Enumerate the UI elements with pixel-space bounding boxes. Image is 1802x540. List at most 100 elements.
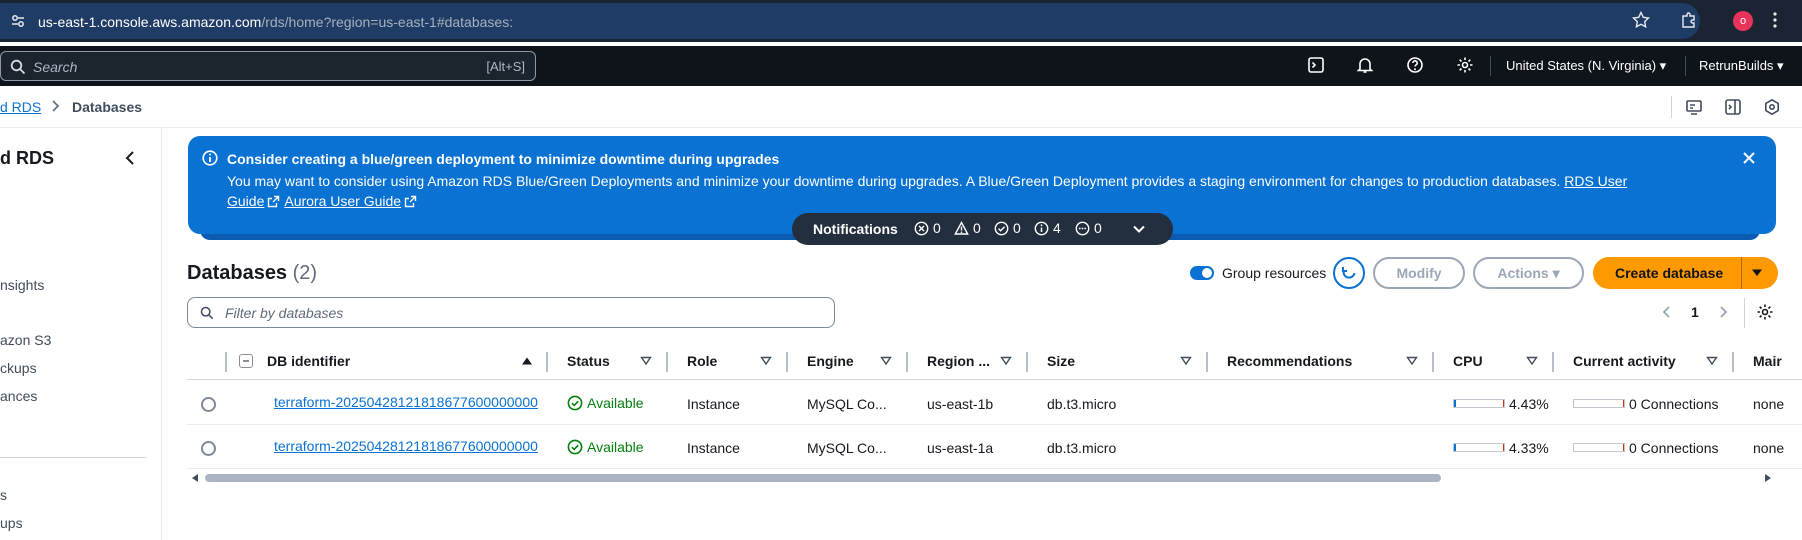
size-cell: db.t3.micro bbox=[1047, 396, 1117, 412]
column-divider[interactable] bbox=[1206, 352, 1208, 372]
column-header-region[interactable]: Region ... bbox=[927, 353, 990, 369]
db-identifier-link[interactable]: terraform-20250428121818677600000000 bbox=[274, 394, 538, 410]
account-menu[interactable]: RetrunBuilds ▾ bbox=[1699, 58, 1784, 74]
pager-divider bbox=[1744, 298, 1745, 328]
url-text[interactable]: us-east-1.console.aws.amazon.com/rds/hom… bbox=[38, 14, 513, 30]
help-icon[interactable] bbox=[1406, 56, 1424, 74]
breadcrumb-parent-link[interactable]: d RDS bbox=[0, 99, 41, 115]
chevron-right-icon[interactable] bbox=[1717, 304, 1729, 320]
browser-menu-icon[interactable] bbox=[1772, 11, 1778, 29]
column-header-activity[interactable]: Current activity bbox=[1573, 353, 1676, 369]
aurora-user-guide-link[interactable]: Aurora User Guide bbox=[284, 193, 401, 209]
sidebar-item[interactable]: ances bbox=[0, 388, 37, 404]
expand-all-checkbox[interactable] bbox=[239, 354, 253, 368]
region-selector[interactable]: United States (N. Virginia) ▾ bbox=[1506, 58, 1666, 74]
nav-divider bbox=[1685, 56, 1686, 76]
bell-icon[interactable] bbox=[1356, 56, 1374, 74]
success-icon bbox=[994, 221, 1009, 235]
nav-divider bbox=[1490, 56, 1491, 76]
row-select-radio[interactable] bbox=[201, 397, 216, 412]
scrollbar-thumb[interactable] bbox=[205, 474, 1441, 482]
column-header-maintenance[interactable]: Mair bbox=[1753, 353, 1782, 369]
column-header-role[interactable]: Role bbox=[687, 353, 717, 369]
sort-icon[interactable] bbox=[640, 356, 652, 366]
gear-icon[interactable] bbox=[1456, 56, 1474, 74]
search-icon bbox=[200, 306, 214, 320]
sort-ascending-icon[interactable] bbox=[521, 356, 533, 366]
column-header-recommendations[interactable]: Recommendations bbox=[1227, 353, 1352, 369]
scroll-right-icon[interactable] bbox=[1764, 473, 1772, 483]
column-header-engine[interactable]: Engine bbox=[807, 353, 854, 369]
create-database-button[interactable]: Create database bbox=[1593, 257, 1778, 289]
filter-databases-input[interactable]: Filter by databases bbox=[187, 297, 835, 328]
column-header-identifier[interactable]: DB identifier bbox=[267, 353, 350, 369]
sidebar-item[interactable]: nsights bbox=[0, 277, 44, 293]
caret-down-icon[interactable] bbox=[1751, 268, 1763, 278]
create-database-label: Create database bbox=[1615, 265, 1724, 281]
column-header-size[interactable]: Size bbox=[1047, 353, 1075, 369]
chevron-left-icon[interactable] bbox=[1661, 304, 1673, 320]
column-header-cpu[interactable]: CPU bbox=[1453, 353, 1483, 369]
chevron-down-icon[interactable] bbox=[1132, 222, 1146, 236]
cpu-bar-fill bbox=[1454, 400, 1456, 407]
sort-icon[interactable] bbox=[1000, 356, 1012, 366]
profile-avatar[interactable]: o bbox=[1733, 11, 1753, 31]
cloudshell-icon[interactable] bbox=[1307, 56, 1325, 74]
column-divider[interactable] bbox=[1552, 352, 1554, 372]
column-divider[interactable] bbox=[786, 352, 788, 372]
db-identifier-link[interactable]: terraform-20250428121818677600000000 bbox=[274, 438, 538, 454]
maintenance-cell: none bbox=[1753, 440, 1785, 456]
group-resources-toggle[interactable] bbox=[1190, 266, 1214, 280]
site-info-icon[interactable] bbox=[10, 13, 26, 29]
column-header-status[interactable]: Status bbox=[567, 353, 610, 369]
sort-icon[interactable] bbox=[1526, 356, 1538, 366]
sort-icon[interactable] bbox=[880, 356, 892, 366]
refresh-button[interactable] bbox=[1333, 257, 1365, 289]
flash-message: You may want to consider using Amazon RD… bbox=[227, 173, 1561, 189]
sidebar-item[interactable]: azon S3 bbox=[0, 332, 51, 348]
cpu-cell: 4.43% bbox=[1509, 396, 1549, 412]
extensions-icon[interactable] bbox=[1679, 10, 1699, 30]
activity-bar-threshold bbox=[1623, 400, 1624, 407]
refresh-icon bbox=[1342, 267, 1356, 279]
success-icon bbox=[567, 439, 583, 455]
sort-icon[interactable] bbox=[1180, 356, 1192, 366]
column-divider[interactable] bbox=[1432, 352, 1434, 372]
breadcrumb: d RDS Databases bbox=[0, 86, 1802, 128]
table-row[interactable]: terraform-20250428121818677600000000 Ava… bbox=[187, 426, 1802, 469]
address-bar[interactable]: us-east-1.console.aws.amazon.com/rds/hom… bbox=[0, 3, 1700, 39]
flash-title: Consider creating a blue/green deploymen… bbox=[227, 151, 780, 167]
console-search-input[interactable]: Search [Alt+S] bbox=[0, 51, 536, 81]
sidebar-item[interactable]: ups bbox=[0, 515, 23, 531]
account-label: RetrunBuilds bbox=[1699, 58, 1774, 73]
column-divider[interactable] bbox=[666, 352, 668, 372]
column-divider[interactable] bbox=[1026, 352, 1028, 372]
hexagon-icon[interactable] bbox=[1763, 98, 1781, 116]
sort-icon[interactable] bbox=[1706, 356, 1718, 366]
table-settings-icon[interactable] bbox=[1756, 303, 1774, 321]
scroll-left-icon[interactable] bbox=[191, 473, 199, 483]
bookmark-star-icon[interactable] bbox=[1631, 10, 1651, 30]
actions-button[interactable]: Actions ▾ bbox=[1473, 257, 1584, 289]
close-icon[interactable] bbox=[1741, 150, 1757, 166]
info-count: 4 bbox=[1034, 220, 1061, 236]
table-row[interactable]: terraform-20250428121818677600000000 Ava… bbox=[187, 382, 1802, 425]
horizontal-scrollbar[interactable] bbox=[187, 470, 1777, 486]
cpu-utilization-bar bbox=[1453, 399, 1505, 408]
sort-icon[interactable] bbox=[1406, 356, 1418, 366]
column-divider[interactable] bbox=[1732, 352, 1734, 372]
sort-icon[interactable] bbox=[760, 356, 772, 366]
column-divider[interactable] bbox=[906, 352, 908, 372]
info-panel-icon[interactable] bbox=[1685, 98, 1703, 116]
databases-count: (2) bbox=[292, 262, 318, 284]
column-divider[interactable] bbox=[546, 352, 548, 372]
panel-toggle-icon[interactable] bbox=[1724, 98, 1742, 116]
sidebar-item[interactable]: s bbox=[0, 487, 7, 503]
sidebar-item[interactable]: ckups bbox=[0, 360, 37, 376]
row-select-radio[interactable] bbox=[201, 441, 216, 456]
page-number[interactable]: 1 bbox=[1691, 304, 1699, 320]
breadcrumb-current: Databases bbox=[72, 99, 143, 115]
chevron-left-icon[interactable] bbox=[124, 150, 136, 166]
modify-button[interactable]: Modify bbox=[1373, 257, 1465, 289]
notifications-bar[interactable]: Notifications 0 0 0 4 0 bbox=[792, 213, 1173, 245]
